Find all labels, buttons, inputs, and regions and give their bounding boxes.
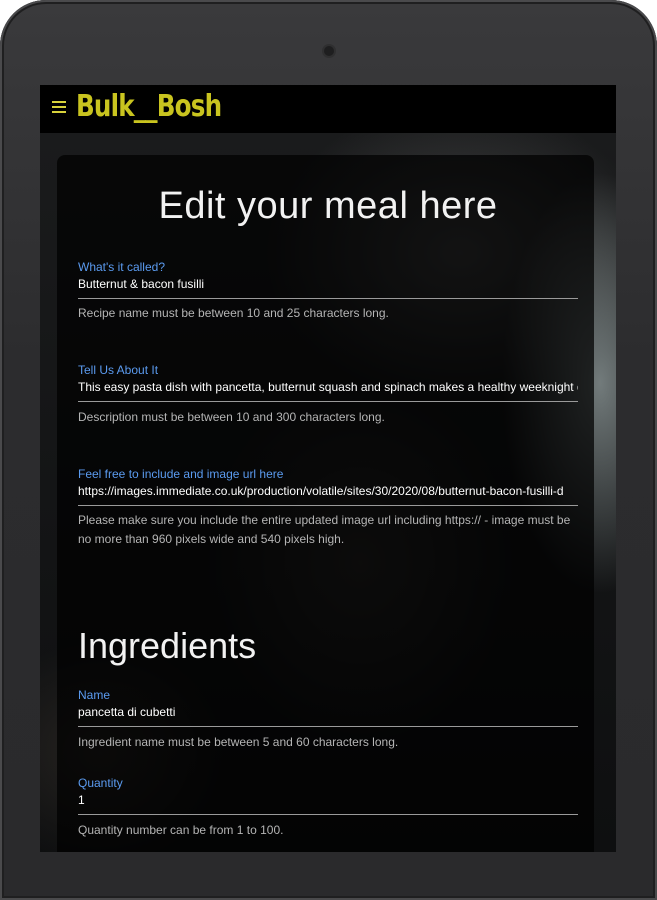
camera-icon	[324, 46, 334, 56]
description-helper: Description must be between 10 and 300 c…	[78, 410, 385, 424]
description-underline	[78, 401, 578, 402]
ingredient-name-label: Name	[78, 688, 111, 702]
image-url-helper-line2: no more than 960 pixels wide and 540 pix…	[78, 532, 345, 546]
menu-icon[interactable]	[52, 101, 66, 113]
image-url-input[interactable]: https://images.immediate.co.uk/productio…	[78, 484, 578, 498]
description-label: Tell Us About It	[78, 363, 159, 377]
screen: Bulk__Bosh Edit your meal here What's it…	[40, 85, 616, 852]
page-title: Edit your meal here	[158, 185, 498, 227]
quantity-label: Quantity	[78, 776, 123, 790]
ingredient-name-input[interactable]: pancetta di cubetti	[78, 705, 578, 719]
image-url-label: Feel free to include and image url here	[78, 467, 284, 481]
image-url-helper-line1: Please make sure you include the entire …	[78, 513, 571, 527]
recipe-name-label: What's it called?	[78, 260, 165, 274]
image-url-helper: Please make sure you include the entire …	[78, 511, 580, 549]
recipe-name-helper: Recipe name must be between 10 and 25 ch…	[78, 306, 389, 320]
recipe-name-input[interactable]: Butternut & bacon fusilli	[78, 277, 578, 291]
recipe-name-underline	[78, 298, 578, 299]
quantity-underline	[78, 814, 578, 815]
description-input[interactable]: This easy pasta dish with pancetta, butt…	[78, 380, 578, 394]
quantity-helper: Quantity number can be from 1 to 100.	[78, 823, 284, 837]
brand-logo[interactable]: Bulk__Bosh	[76, 89, 222, 124]
image-url-underline	[78, 505, 578, 506]
ingredient-name-helper: Ingredient name must be between 5 and 60…	[78, 735, 399, 749]
quantity-input[interactable]: 1	[78, 793, 578, 807]
ingredients-title: Ingredients	[78, 625, 257, 666]
tablet-frame: Bulk__Bosh Edit your meal here What's it…	[0, 0, 657, 900]
navbar: Bulk__Bosh	[40, 85, 616, 133]
ingredient-name-underline	[78, 726, 578, 727]
